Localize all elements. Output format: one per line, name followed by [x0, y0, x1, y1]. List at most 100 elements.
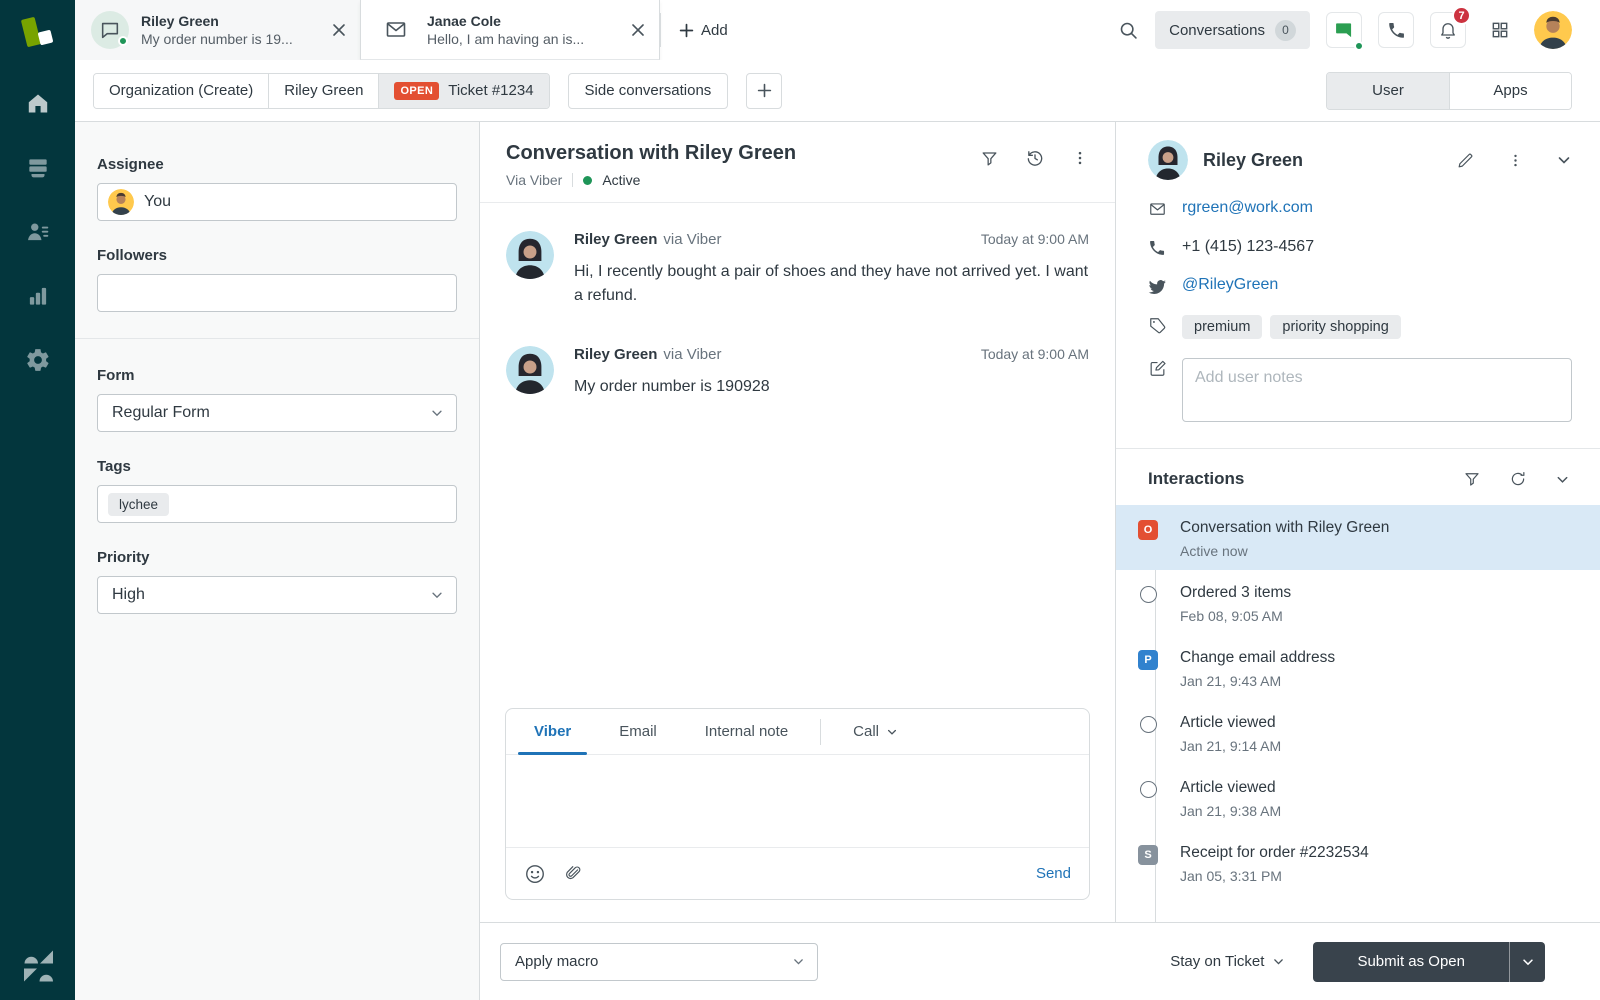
composer-tab-email[interactable]: Email — [595, 709, 681, 754]
email-channel-icon — [377, 11, 415, 49]
composer-tab-viber[interactable]: Viber — [510, 709, 595, 755]
composer-input[interactable] — [506, 755, 1089, 847]
message: Riley Green via Viber Today at 9:00 AM H… — [506, 231, 1089, 308]
twitter-row: @RileyGreen — [1148, 276, 1572, 296]
ticket-tab-janae-cole[interactable]: Janae Cole Hello, I am having an is... — [360, 0, 660, 60]
user-notes-textarea[interactable] — [1182, 358, 1572, 422]
message-channel: via Viber — [663, 346, 722, 363]
add-side-conversation-button[interactable] — [746, 72, 783, 109]
conversation-status: Active — [602, 172, 641, 188]
call-button[interactable] — [1378, 12, 1414, 48]
composer-toolbar: Send — [506, 847, 1089, 899]
assignee-field[interactable]: You — [97, 183, 457, 221]
tab-user[interactable]: User — [1327, 72, 1449, 109]
apps-grid-button[interactable] — [1482, 12, 1518, 48]
breadcrumb-requester[interactable]: Riley Green — [269, 73, 380, 108]
message-author: Riley Green — [574, 346, 658, 363]
ticket-nav-bar: Organization (Create) Riley Green OPEN T… — [75, 60, 1600, 122]
refresh-icon[interactable] — [1509, 470, 1527, 488]
notes-row — [1148, 358, 1572, 422]
side-conversations-button[interactable]: Side conversations — [567, 72, 729, 109]
divider — [820, 718, 822, 745]
tag-chip: priority shopping — [1270, 315, 1401, 339]
grid-icon — [1492, 22, 1508, 38]
interaction-item-email-change[interactable]: P Change email address Jan 21, 9:43 AM — [1116, 635, 1600, 700]
customer-twitter-link[interactable]: @RileyGreen — [1182, 276, 1278, 294]
filter-icon[interactable] — [980, 149, 999, 168]
breadcrumb-ticket[interactable]: OPEN Ticket #1234 — [379, 73, 549, 108]
message-author: Riley Green — [574, 231, 658, 248]
followers-label: Followers — [97, 247, 168, 264]
priority-select[interactable]: High — [97, 576, 457, 614]
composer-tab-call[interactable]: Call — [829, 709, 922, 754]
interaction-item-article-1[interactable]: Article viewed Jan 21, 9:14 AM — [1116, 700, 1600, 765]
chevron-down-icon — [430, 588, 444, 602]
send-button[interactable]: Send — [1036, 865, 1071, 882]
edit-pencil-icon[interactable] — [1456, 151, 1475, 170]
chevron-down-icon — [430, 406, 444, 420]
attachment-icon[interactable] — [564, 864, 583, 883]
interaction-title: Article viewed — [1180, 779, 1276, 796]
interaction-item-receipt[interactable]: S Receipt for order #2232534 Jan 05, 3:3… — [1116, 830, 1600, 895]
kebab-menu-icon[interactable] — [1071, 149, 1089, 167]
interaction-item-order[interactable]: Ordered 3 items Feb 08, 9:05 AM — [1116, 570, 1600, 635]
phone-row: +1 (415) 123-4567 — [1148, 238, 1572, 257]
tags-field[interactable]: lychee — [97, 485, 457, 523]
composer-channel-tabs: Viber Email Internal note Call — [506, 709, 1089, 755]
collapse-chevron-icon[interactable] — [1556, 152, 1572, 168]
customer-avatar — [506, 346, 554, 394]
stay-on-ticket-select[interactable]: Stay on Ticket — [1170, 953, 1285, 970]
home-icon[interactable] — [16, 82, 60, 126]
notifications-button[interactable]: 7 — [1430, 6, 1471, 48]
followers-field[interactable] — [97, 274, 457, 312]
envelope-icon — [1148, 200, 1168, 219]
kebab-menu-icon[interactable] — [1507, 152, 1524, 169]
agent-avatar[interactable] — [1534, 11, 1572, 49]
interaction-title: Receipt for order #2232534 — [1180, 844, 1369, 861]
submit-as-open-button[interactable]: Submit as Open — [1313, 941, 1509, 982]
status-badge-open: OPEN — [394, 81, 440, 100]
conversations-button[interactable]: Conversations 0 — [1155, 11, 1310, 49]
online-dot — [1354, 41, 1364, 51]
composer-tab-internal-note[interactable]: Internal note — [681, 709, 812, 754]
interaction-item-article-2[interactable]: Article viewed Jan 21, 9:38 AM — [1116, 765, 1600, 830]
history-icon[interactable] — [1025, 148, 1045, 168]
customer-name: Riley Green — [1203, 149, 1304, 170]
user-card: Riley Green rgreen@work.com +1 (415) 123… — [1116, 122, 1600, 448]
chevron-down-icon — [1272, 955, 1285, 968]
reply-composer: Viber Email Internal note Call Send — [505, 708, 1090, 900]
interactions-panel: Interactions O Conversation with Riley G… — [1116, 449, 1600, 922]
customer-context-panel: Riley Green rgreen@work.com +1 (415) 123… — [1115, 122, 1600, 922]
interaction-item-conversation[interactable]: O Conversation with Riley Green Active n… — [1116, 505, 1600, 570]
form-select[interactable]: Regular Form — [97, 394, 457, 432]
ticket-tab-riley-green[interactable]: Riley Green My order number is 19... — [75, 0, 360, 60]
add-ticket-button[interactable]: Add — [661, 0, 746, 60]
admin-gear-icon[interactable] — [16, 338, 60, 382]
conversation-header: Conversation with Riley Green Via Viber … — [480, 122, 1115, 203]
breadcrumb-organization[interactable]: Organization (Create) — [94, 73, 270, 108]
submit-options-chevron[interactable] — [1509, 941, 1545, 982]
work-column: Conversation with Riley Green Via Viber … — [480, 122, 1600, 1000]
customers-icon[interactable] — [16, 210, 60, 254]
twitter-icon — [1148, 277, 1168, 296]
views-icon[interactable] — [16, 146, 60, 190]
close-icon[interactable] — [631, 23, 645, 37]
add-label: Add — [701, 21, 728, 39]
ticket-content: Assignee You Followers Form Regular Form… — [75, 122, 1600, 1000]
collapse-chevron-icon[interactable] — [1555, 472, 1570, 487]
conversations-label: Conversations — [1169, 21, 1265, 39]
customer-email-link[interactable]: rgreen@work.com — [1182, 199, 1313, 217]
ticket-tab-bar: Riley Green My order number is 19... Jan… — [75, 0, 1600, 60]
filter-icon[interactable] — [1463, 470, 1481, 488]
search-icon[interactable] — [1118, 20, 1139, 41]
customer-phone: +1 (415) 123-4567 — [1182, 238, 1315, 255]
tag-icon — [1148, 316, 1168, 335]
tab-apps[interactable]: Apps — [1449, 72, 1571, 109]
close-icon[interactable] — [332, 23, 346, 37]
tag-chip: premium — [1182, 315, 1263, 339]
reports-icon[interactable] — [16, 274, 60, 318]
conversation-channel: Via Viber — [506, 172, 563, 188]
apply-macro-select[interactable]: Apply macro — [500, 942, 818, 981]
emoji-icon[interactable] — [524, 863, 546, 885]
messaging-button[interactable] — [1326, 12, 1364, 51]
